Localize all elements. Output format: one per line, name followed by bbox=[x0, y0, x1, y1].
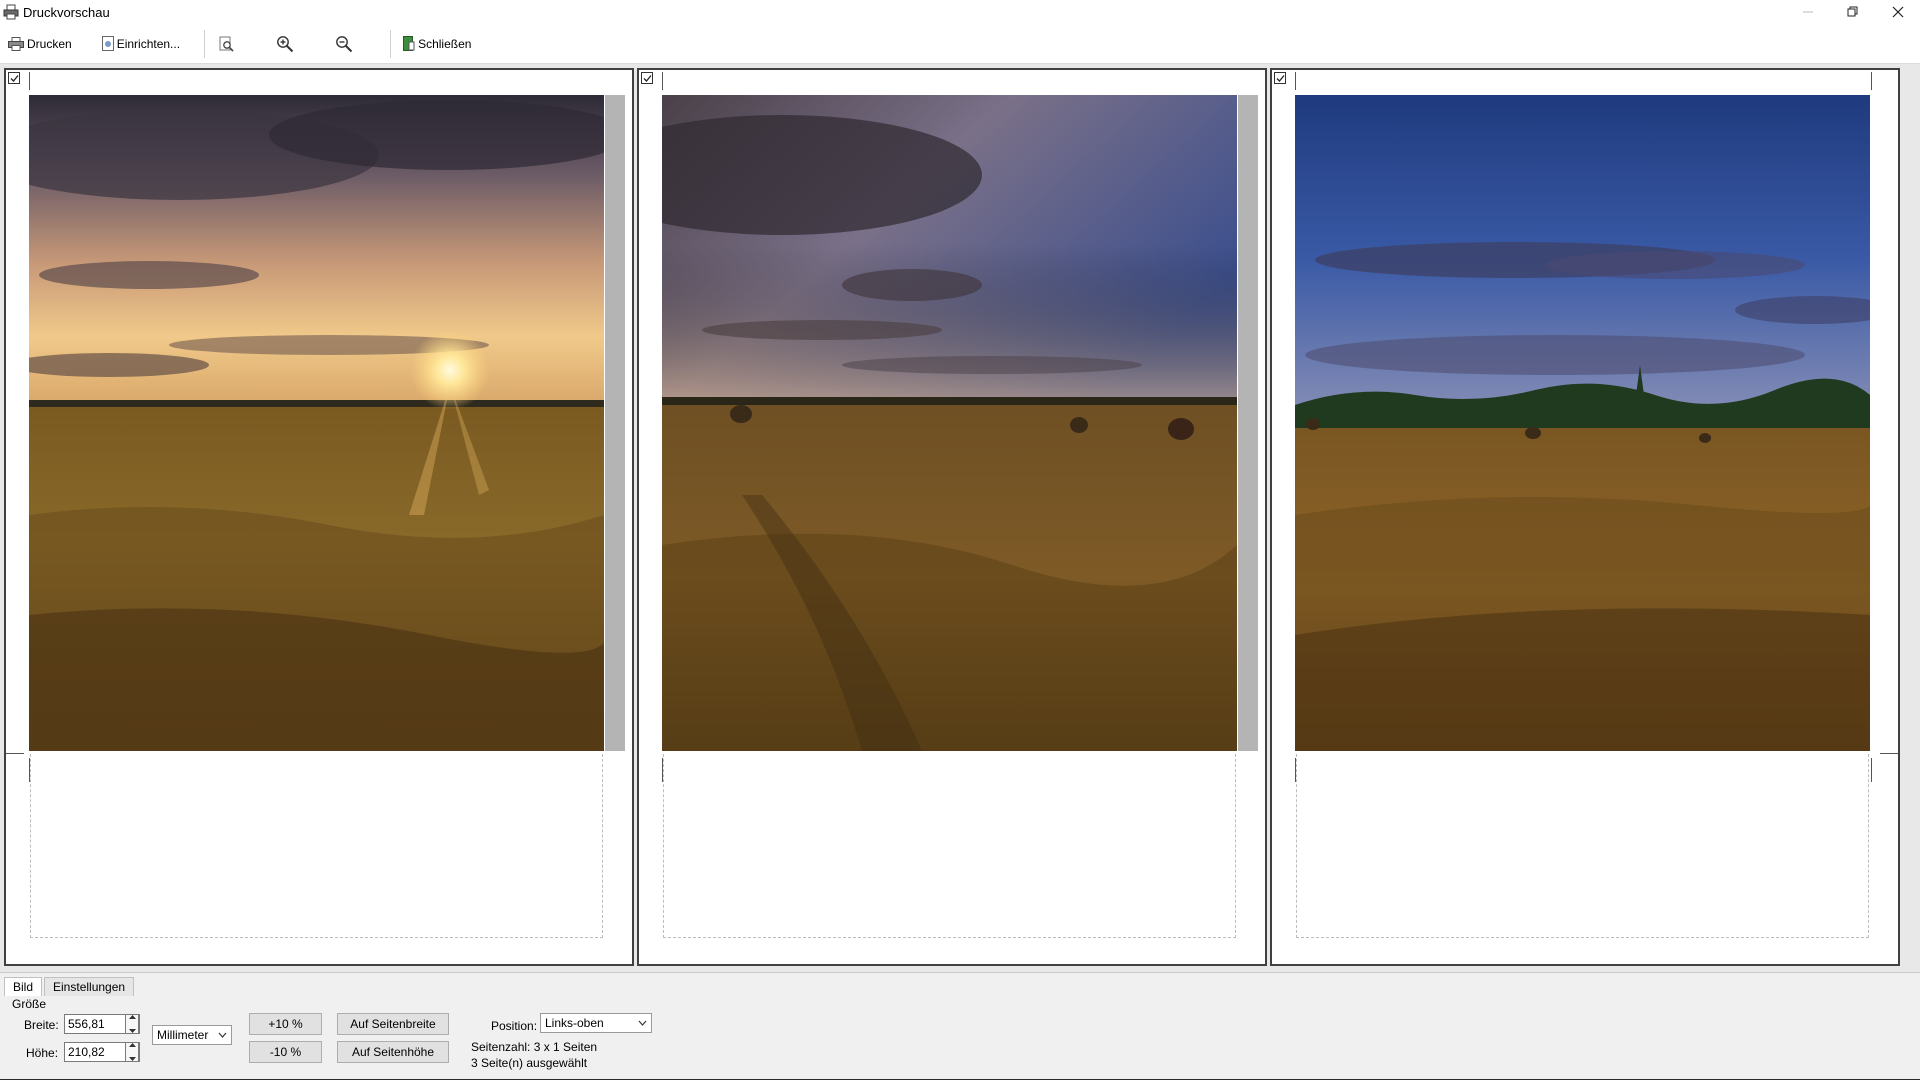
setup-button[interactable]: Einrichten... bbox=[98, 30, 184, 58]
minimize-icon bbox=[1802, 11, 1813, 13]
chevron-down-icon bbox=[218, 1032, 227, 1038]
fit-width-button[interactable]: Auf Seitenbreite bbox=[337, 1013, 449, 1035]
chevron-down-icon bbox=[128, 1057, 136, 1061]
unit-select[interactable]: Millimeter bbox=[152, 1025, 232, 1045]
close-window-button[interactable] bbox=[1875, 0, 1920, 24]
page-select-checkbox[interactable] bbox=[8, 72, 20, 84]
checkmark-icon bbox=[643, 75, 652, 82]
restore-button[interactable] bbox=[1830, 0, 1875, 24]
zoom-out-icon bbox=[335, 35, 353, 53]
photo-tile-field-treeline bbox=[1295, 95, 1870, 751]
minimize-button[interactable] bbox=[1785, 0, 1830, 24]
tab-einstellungen[interactable]: Einstellungen bbox=[44, 977, 135, 996]
window-title: Druckvorschau bbox=[23, 4, 110, 20]
print-label: Drucken bbox=[27, 36, 72, 51]
title-bar: Druckvorschau bbox=[0, 0, 1920, 24]
preview-page-3[interactable] bbox=[1270, 68, 1900, 966]
checkmark-icon bbox=[1276, 75, 1285, 82]
crop-mark bbox=[1880, 753, 1898, 754]
crop-mark bbox=[662, 72, 663, 90]
close-icon bbox=[1892, 6, 1903, 18]
checkmark-icon bbox=[10, 75, 19, 82]
preview-page-1[interactable] bbox=[4, 68, 634, 966]
window-controls bbox=[1785, 0, 1920, 24]
width-stepper[interactable] bbox=[125, 1014, 139, 1034]
zoom-in-button[interactable] bbox=[272, 30, 301, 58]
page-setup-icon bbox=[101, 36, 114, 51]
position-value: Links-oben bbox=[545, 1016, 604, 1030]
chevron-up-icon bbox=[128, 1043, 136, 1047]
pages-selected-text: 3 Seite(n) ausgewählt bbox=[471, 1056, 588, 1070]
photo-tile-sunset-field bbox=[29, 95, 604, 751]
height-label: Höhe: bbox=[26, 1046, 59, 1060]
chevron-down-icon bbox=[128, 1029, 136, 1033]
photo-tile-field-hay-bales bbox=[662, 95, 1237, 751]
zoom-out-button[interactable] bbox=[331, 30, 360, 58]
chevron-up-icon bbox=[128, 1015, 136, 1019]
crop-mark bbox=[1871, 758, 1872, 782]
crop-mark bbox=[1295, 72, 1296, 90]
height-stepper[interactable] bbox=[125, 1042, 139, 1062]
close-label: Schließen bbox=[418, 36, 472, 51]
preview-scroll-strip bbox=[605, 95, 625, 751]
printer-icon bbox=[8, 36, 24, 51]
printable-area-outline bbox=[663, 754, 1236, 938]
crop-mark bbox=[6, 753, 24, 754]
increase-10-button[interactable]: +10 % bbox=[249, 1013, 322, 1035]
fit-height-button[interactable]: Auf Seitenhöhe bbox=[337, 1041, 449, 1063]
panel-tabs: Bild Einstellungen bbox=[4, 977, 136, 996]
close-preview-button[interactable]: Schließen bbox=[399, 30, 475, 58]
zoom-fit-button[interactable] bbox=[215, 30, 242, 58]
page-count-text: Seitenzahl: 3 x 1 Seiten bbox=[471, 1040, 598, 1054]
size-group-label: Größe bbox=[12, 997, 47, 1011]
decrease-10-button[interactable]: -10 % bbox=[249, 1041, 322, 1063]
position-label: Position: bbox=[491, 1019, 538, 1033]
close-door-icon bbox=[403, 36, 415, 51]
page-select-checkbox[interactable] bbox=[1274, 72, 1286, 84]
printer-app-icon bbox=[3, 4, 19, 20]
printable-area-outline bbox=[1296, 754, 1869, 938]
print-preview-area bbox=[0, 64, 1920, 972]
toolbar-separator bbox=[204, 29, 206, 58]
crop-mark bbox=[29, 72, 30, 90]
preview-page-2[interactable] bbox=[637, 68, 1267, 966]
preview-scroll-strip bbox=[1238, 95, 1258, 751]
printable-area-outline bbox=[30, 754, 603, 938]
crop-mark bbox=[1871, 72, 1872, 90]
setup-label: Einrichten... bbox=[116, 36, 181, 51]
zoom-in-icon bbox=[276, 35, 294, 53]
toolbar: Drucken Einrichten... Schließen bbox=[0, 24, 1920, 64]
width-label: Breite: bbox=[24, 1018, 59, 1032]
restore-icon bbox=[1847, 6, 1857, 17]
unit-value: Millimeter bbox=[157, 1028, 209, 1042]
tab-bild[interactable]: Bild bbox=[4, 977, 43, 996]
settings-panel: Bild Einstellungen Größe Breite: 556,81 … bbox=[0, 972, 1920, 1080]
zoom-fit-icon bbox=[219, 36, 235, 52]
position-select[interactable]: Links-oben bbox=[540, 1013, 652, 1033]
toolbar-separator bbox=[390, 29, 392, 58]
chevron-down-icon bbox=[638, 1020, 647, 1026]
print-button[interactable]: Drucken bbox=[4, 30, 76, 58]
page-select-checkbox[interactable] bbox=[641, 72, 653, 84]
